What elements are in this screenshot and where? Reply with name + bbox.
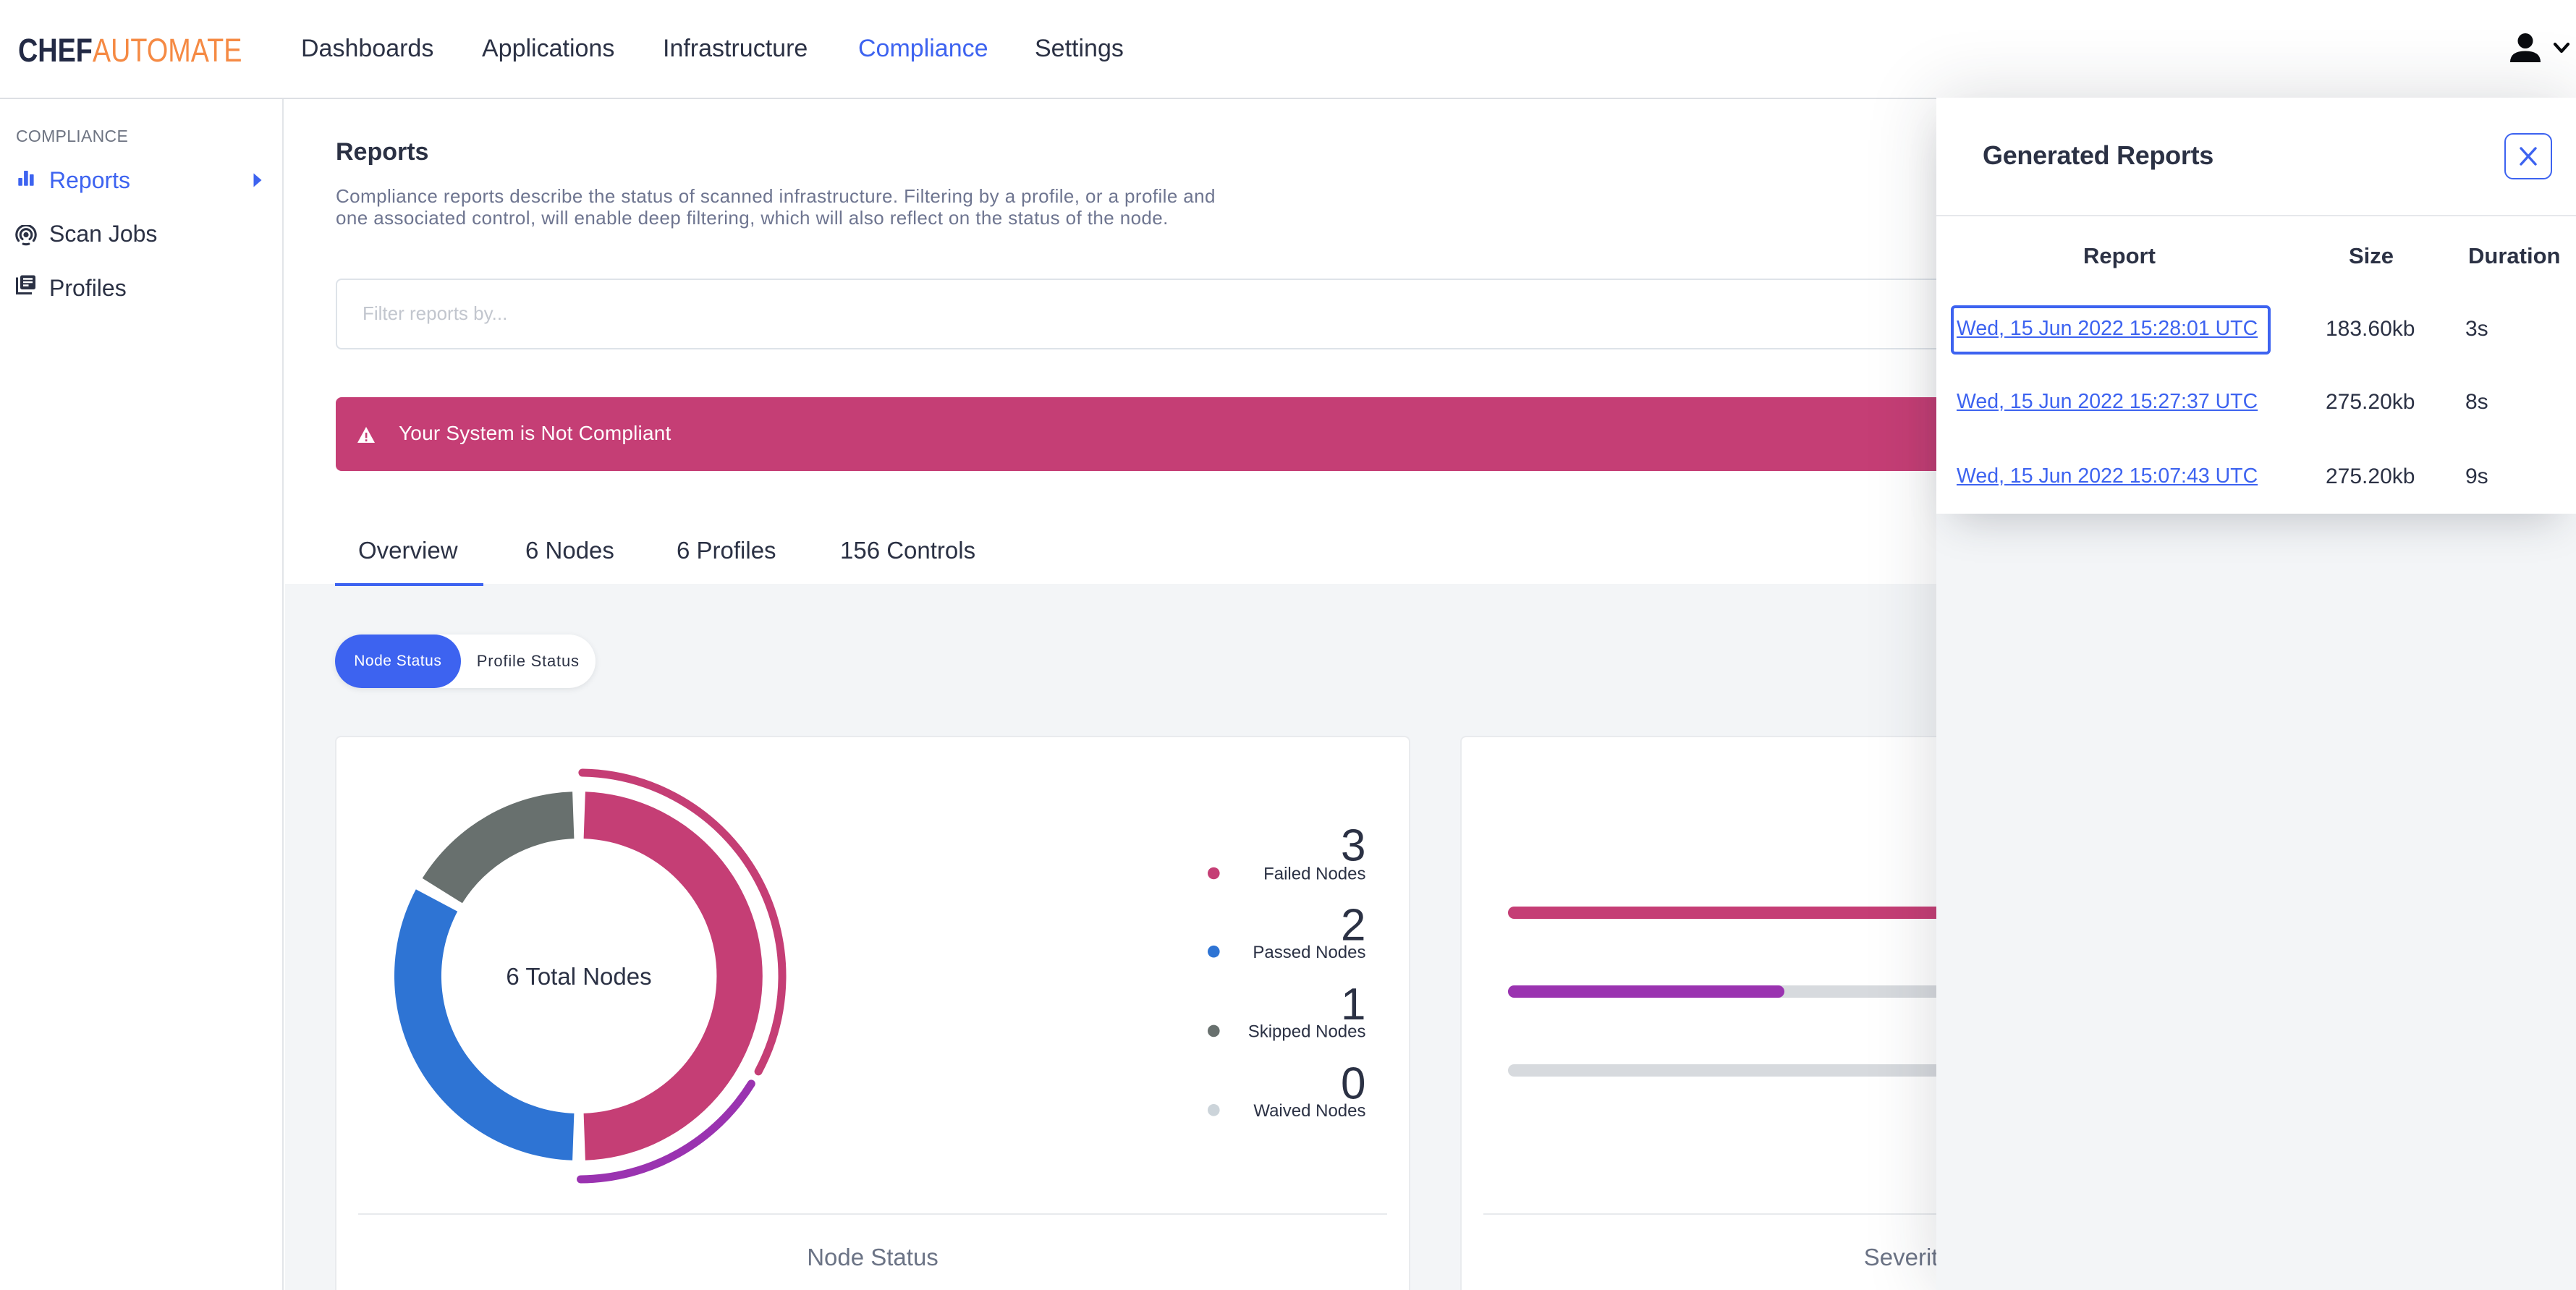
svg-text:Skipped Nodes: Skipped Nodes: [1248, 1022, 1366, 1042]
svg-text:Waived Nodes: Waived Nodes: [1253, 1101, 1365, 1121]
svg-text:3: 3: [1341, 821, 1365, 871]
svg-text:Passed Nodes: Passed Nodes: [1253, 943, 1365, 962]
svg-text:6 Total Nodes: 6 Total Nodes: [506, 963, 651, 990]
svg-text:Failed Nodes: Failed Nodes: [1263, 865, 1365, 884]
